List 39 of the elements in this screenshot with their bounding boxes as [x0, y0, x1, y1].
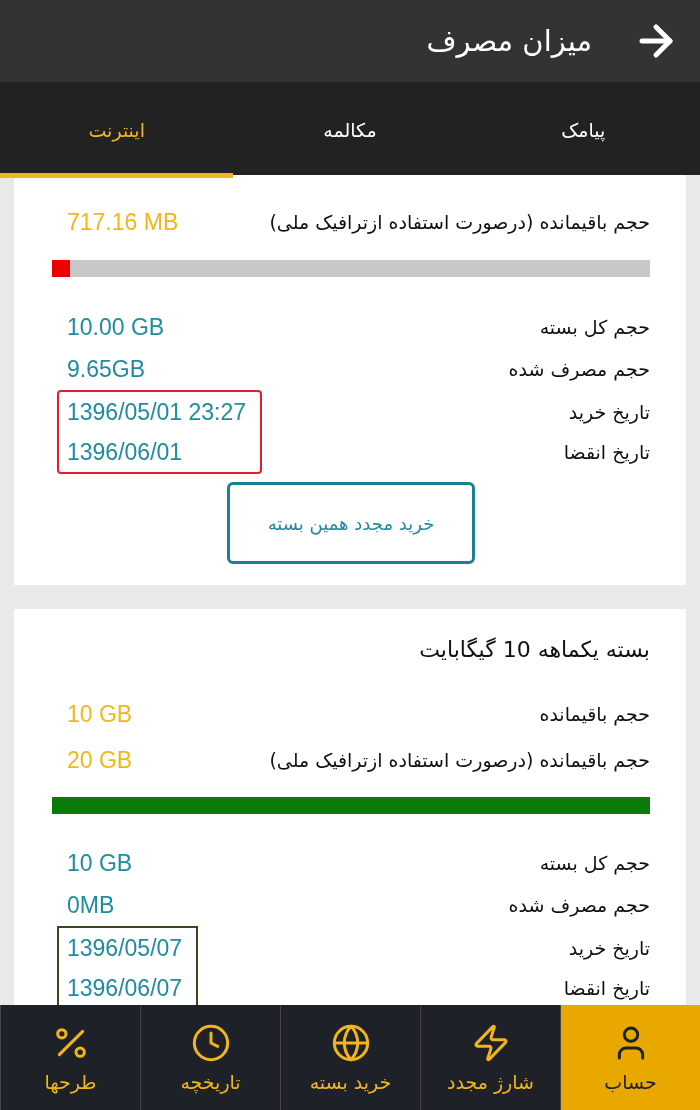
nav-label: خرید بسته: [309, 1070, 392, 1093]
row-label: حجم باقیمانده (درصورت استفاده ازترافیک ملی): [269, 749, 650, 771]
row-label: حجم کل بسته: [539, 852, 650, 874]
row-label: تاریخ انقضا: [563, 977, 650, 999]
tab[interactable]: مکالمه: [233, 82, 467, 178]
row-label: تاریخ خرید: [568, 401, 650, 423]
date-value: 1396/06/07: [67, 974, 183, 1003]
nav-item[interactable]: خرید بسته: [280, 1005, 420, 1110]
screen-title: میزان مصرف: [426, 24, 592, 58]
remaining-value: 717.16 MB: [67, 208, 179, 236]
detail-value: 0MB: [67, 891, 115, 919]
date-value: 1396/05/01 23:27: [67, 398, 247, 427]
row-label: حجم مصرف شده: [508, 894, 650, 916]
row-label: حجم باقیمانده: [539, 703, 650, 725]
nav-label: طرحها: [44, 1070, 97, 1093]
row-label: تاریخ انقضا: [563, 441, 650, 463]
nav-item[interactable]: حساب: [560, 1005, 700, 1110]
row-label: حجم کل بسته: [539, 316, 650, 338]
clock-icon: [190, 1022, 231, 1063]
tab[interactable]: پیامک: [466, 82, 700, 178]
row-label: حجم مصرف شده: [508, 358, 650, 380]
detail-value: 10.00 GB: [67, 313, 165, 341]
package-title: بسته یکماهه 10 گیگابایت: [418, 636, 650, 664]
remaining-value: 10 GB: [67, 700, 133, 728]
nav-label: شارژ مجدد: [447, 1070, 534, 1093]
nav-label: تاریخچه: [180, 1070, 241, 1093]
date-value: 1396/06/01: [67, 438, 183, 467]
nav-item[interactable]: شارژ مجدد: [420, 1005, 560, 1110]
row-label: تاریخ خرید: [568, 937, 650, 959]
rebuy-button[interactable]: خرید مجدد همین بسته: [227, 482, 475, 564]
detail-value: 9.65GB: [67, 355, 145, 383]
nav-item[interactable]: تاریخچه: [140, 1005, 280, 1110]
nav-item[interactable]: طرحها: [0, 1005, 140, 1110]
row-label: حجم باقیمانده (درصورت استفاده ازترافیک ملی): [269, 211, 650, 233]
nav-label: حساب: [604, 1070, 657, 1093]
remaining-value: 20 GB: [67, 746, 133, 774]
date-value: 1396/05/07: [67, 934, 183, 963]
globe-icon: [330, 1022, 371, 1063]
detail-value: 10 GB: [67, 849, 133, 877]
